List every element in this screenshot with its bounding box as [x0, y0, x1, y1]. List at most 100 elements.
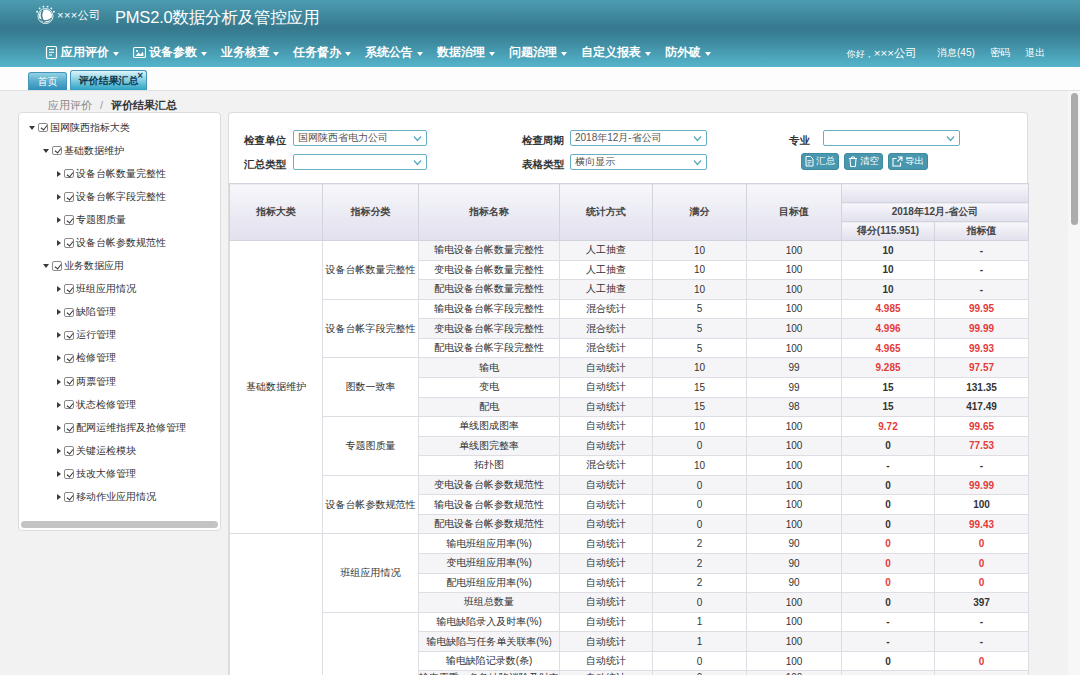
- tree-collapse-icon[interactable]: [43, 149, 49, 153]
- breadcrumb-parent[interactable]: 应用评价: [48, 99, 92, 111]
- logout-link[interactable]: 退出: [1025, 46, 1045, 60]
- tree-item[interactable]: 设备台帐参数规范性: [19, 231, 220, 254]
- tree-item-label[interactable]: 检修管理: [76, 351, 116, 365]
- tab-home[interactable]: 首页: [28, 72, 67, 90]
- tree-expand-icon[interactable]: [57, 379, 61, 385]
- tree-expand-icon[interactable]: [57, 309, 61, 315]
- tree-checkbox[interactable]: [64, 400, 74, 410]
- tree-item-label[interactable]: 国网陕西指标大类: [50, 121, 130, 135]
- tree-expand-icon[interactable]: [57, 194, 61, 200]
- filter-select-summary-type[interactable]: [293, 154, 427, 170]
- tree-checkbox[interactable]: [64, 492, 74, 502]
- tree-expand-icon[interactable]: [57, 402, 61, 408]
- cell-method: 自动统计: [560, 554, 653, 574]
- tree-expand-icon[interactable]: [57, 448, 61, 454]
- tree-item[interactable]: 设备台帐数量完整性: [19, 162, 220, 185]
- tree-item-label[interactable]: 状态检修管理: [76, 398, 136, 412]
- cell-target: 100: [747, 456, 842, 476]
- tree-expand-icon[interactable]: [57, 355, 61, 361]
- tree-item-label[interactable]: 基础数据维护: [64, 144, 124, 158]
- filter-label-table-type: 表格类型: [522, 158, 564, 172]
- tree-checkbox[interactable]: [64, 446, 74, 456]
- tree-item[interactable]: 班组应用情况: [19, 278, 220, 301]
- tree-expand-icon[interactable]: [57, 332, 61, 338]
- tree-item[interactable]: 状态检修管理: [19, 393, 220, 416]
- tree-checkbox[interactable]: [64, 192, 74, 202]
- tree-item-label[interactable]: 专题图质量: [76, 213, 126, 227]
- cell-method: 人工抽查: [560, 280, 653, 300]
- tree-item[interactable]: 缺陷管理: [19, 301, 220, 324]
- tree-item-label[interactable]: 移动作业应用情况: [76, 490, 156, 504]
- tree-expand-icon[interactable]: [57, 217, 61, 223]
- table-row[interactable]: 输电缺陷录入及时率(%)自动统计1100--: [230, 612, 1029, 632]
- tree-checkbox[interactable]: [64, 331, 74, 341]
- tree-item[interactable]: 设备台帐字段完整性: [19, 185, 220, 208]
- tree-collapse-icon[interactable]: [29, 126, 35, 130]
- page-scrollbar-thumb[interactable]: [1071, 93, 1078, 225]
- tree-item-label[interactable]: 运行管理: [76, 328, 116, 342]
- table-row[interactable]: 班组应用情况输电班组应用率(%)自动统计29000: [230, 534, 1029, 554]
- tree-checkbox[interactable]: [64, 469, 74, 479]
- filter-select-table-type[interactable]: 横向显示: [570, 154, 707, 170]
- tree-expand-icon[interactable]: [57, 494, 61, 500]
- tree-collapse-icon[interactable]: [43, 264, 49, 268]
- tree-item-label[interactable]: 缺陷管理: [76, 305, 116, 319]
- tree-item[interactable]: 配网运维指挥及抢修管理: [19, 416, 220, 439]
- filter-select-check-period[interactable]: 2018年12月-省公司: [570, 130, 707, 146]
- tree-expand-icon[interactable]: [57, 471, 61, 477]
- tree-item-label[interactable]: 班组应用情况: [76, 282, 136, 296]
- tree-item-label[interactable]: 关键运检模块: [76, 444, 136, 458]
- tree-expand-icon[interactable]: [57, 425, 61, 431]
- tree-checkbox[interactable]: [38, 123, 48, 133]
- tree-item[interactable]: 运行管理: [19, 324, 220, 347]
- tree-item[interactable]: 移动作业应用情况: [19, 486, 220, 509]
- filter-select-specialty[interactable]: [823, 130, 960, 146]
- tree-item-label[interactable]: 业务数据应用: [64, 259, 124, 273]
- cell-score: 0: [842, 573, 935, 593]
- tree-checkbox[interactable]: [64, 284, 74, 294]
- tree-checkbox[interactable]: [64, 215, 74, 225]
- tree-checkbox[interactable]: [64, 354, 74, 364]
- table-row[interactable]: 图数一致率输电自动统计10999.28597.57: [230, 358, 1029, 378]
- tree-item[interactable]: 基础数据维护: [19, 139, 220, 162]
- table-row[interactable]: 设备台帐参数规范性变电设备台帐参数规范性自动统计0100099.99: [230, 475, 1029, 495]
- tree-item[interactable]: 两票管理: [19, 370, 220, 393]
- tree-item-label[interactable]: 设备台帐字段完整性: [76, 190, 166, 204]
- tree-checkbox[interactable]: [64, 238, 74, 248]
- table-row[interactable]: 基础数据维护设备台帐数量完整性输电设备台帐数量完整性人工抽查1010010-: [230, 241, 1029, 261]
- export-button[interactable]: 导出: [888, 153, 928, 170]
- messages-link[interactable]: 消息(45): [937, 46, 975, 60]
- tree-item[interactable]: 业务数据应用: [19, 255, 220, 278]
- tree-item-label[interactable]: 两票管理: [76, 375, 116, 389]
- tree-checkbox[interactable]: [64, 169, 74, 179]
- tree-expand-icon[interactable]: [57, 240, 61, 246]
- tree-item-label[interactable]: 设备台帐数量完整性: [76, 167, 166, 181]
- tree-item-label[interactable]: 设备台帐参数规范性: [76, 236, 166, 250]
- tree-item-label[interactable]: 配网运维指挥及抢修管理: [76, 421, 186, 435]
- tree-checkbox[interactable]: [64, 308, 74, 318]
- cell-name: 拓扑图: [419, 456, 560, 476]
- table-row[interactable]: 专题图质量单线图成图率自动统计101009.7299.65: [230, 417, 1029, 437]
- tree-expand-icon[interactable]: [57, 286, 61, 292]
- tree-item[interactable]: 国网陕西指标大类: [19, 116, 220, 139]
- tree-checkbox[interactable]: [52, 146, 62, 156]
- cell-group: 班组应用情况: [323, 534, 419, 612]
- tree-item[interactable]: 检修管理: [19, 347, 220, 370]
- tree-item[interactable]: 技改大修管理: [19, 462, 220, 485]
- tree-item-label[interactable]: 技改大修管理: [76, 467, 136, 481]
- tab-result-summary[interactable]: 评价结果汇总 ×: [70, 70, 147, 90]
- filter-select-check-unit[interactable]: 国网陕西省电力公司: [293, 130, 427, 146]
- tab-close-icon[interactable]: ×: [137, 71, 143, 80]
- tree-checkbox[interactable]: [52, 261, 62, 271]
- tree-expand-icon[interactable]: [57, 171, 61, 177]
- tree-checkbox[interactable]: [64, 377, 74, 387]
- clear-button[interactable]: 清空: [844, 153, 883, 170]
- tree-checkbox[interactable]: [64, 423, 74, 433]
- tree-horizontal-scrollbar[interactable]: [21, 521, 218, 528]
- tree-item[interactable]: 关键运检模块: [19, 439, 220, 462]
- page-scrollbar-track[interactable]: [1068, 91, 1080, 675]
- tree-item[interactable]: 专题图质量: [19, 208, 220, 231]
- password-link[interactable]: 密码: [990, 46, 1010, 60]
- summarize-button[interactable]: 汇总: [801, 153, 839, 170]
- table-row[interactable]: 设备台帐字段完整性输电设备台帐字段完整性混合统计51004.98599.95: [230, 299, 1029, 319]
